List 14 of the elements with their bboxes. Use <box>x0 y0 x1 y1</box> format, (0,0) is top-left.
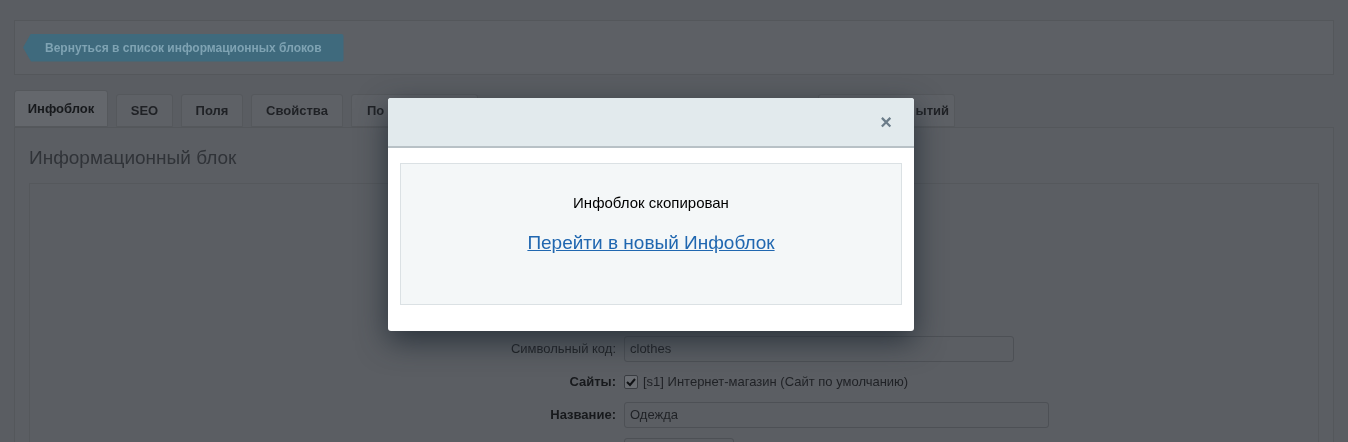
tab[interactable]: Свойства <box>251 94 343 127</box>
back-button[interactable]: Вернуться в список информационных блоков <box>23 33 344 62</box>
tab[interactable]: SEO <box>116 94 173 127</box>
modal-message: Инфоблок скопирован <box>573 193 729 213</box>
close-button[interactable]: × <box>880 112 892 132</box>
checkbox-label: [s1] Интернет-магазин (Сайт по умолчанию) <box>643 372 909 391</box>
check-icon <box>626 376 636 387</box>
checkbox[interactable] <box>624 374 638 389</box>
tab[interactable]: Поля <box>181 94 243 127</box>
new-infoblock-link[interactable]: Перейти в новый Инфоблок <box>527 228 775 257</box>
text-input[interactable]: Одежда <box>624 401 1049 428</box>
tab[interactable]: Инфоблок <box>14 90 108 127</box>
field-label: Название: <box>549 405 617 424</box>
field-label: Сайты: <box>568 372 617 391</box>
